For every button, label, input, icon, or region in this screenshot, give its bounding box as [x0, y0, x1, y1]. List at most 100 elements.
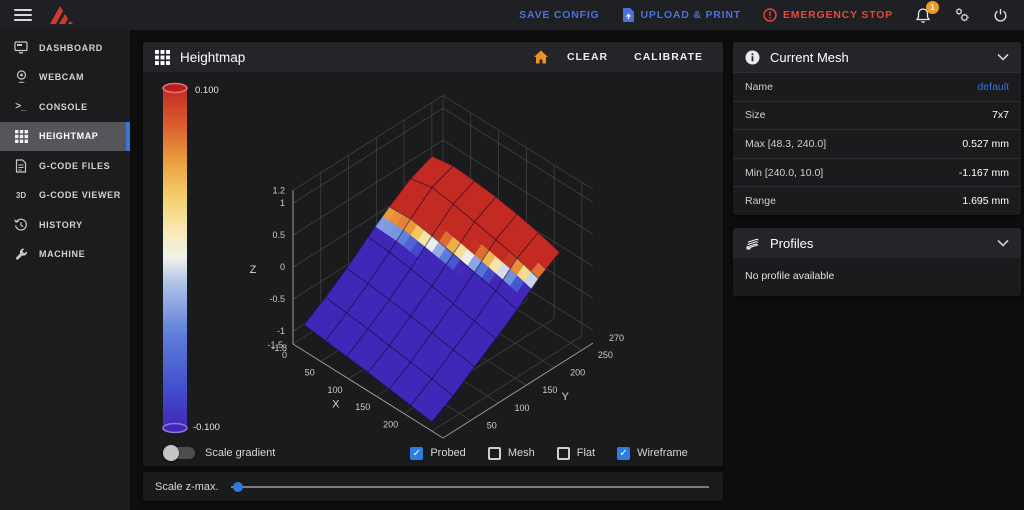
grid-icon [13, 129, 29, 143]
mesh-row-range: Range 1.695 mm [733, 186, 1021, 215]
brand-logo[interactable] [48, 4, 78, 26]
mesh-row-size: Size 7x7 [733, 100, 1021, 130]
notification-badge: 1 [926, 0, 939, 14]
slider-thumb[interactable] [232, 481, 243, 492]
checkbox-flat[interactable]: ✓ Flat [556, 446, 596, 460]
save-config-button[interactable]: SAVE CONFIG [519, 9, 599, 21]
color-legend: 0.100 -0.100 [162, 82, 220, 434]
scale-gradient-label: Scale gradient [205, 447, 276, 459]
checkbox-label: Wireframe [637, 447, 688, 459]
sidebar-item-machine[interactable]: MACHINE [0, 240, 130, 270]
emergency-stop-button[interactable]: EMERGENCY STOP [763, 8, 893, 22]
sidebar-item-label: HEIGHTMAP [39, 131, 99, 142]
clear-button[interactable]: CLEAR [559, 45, 616, 69]
power-icon [994, 8, 1007, 22]
current-mesh-header[interactable]: Current Mesh [733, 42, 1021, 72]
chevron-down-icon[interactable] [997, 53, 1009, 61]
logo-icon [50, 6, 73, 24]
svg-text:0: 0 [282, 350, 287, 360]
top-bar: SAVE CONFIG UPLOAD & PRINT EMERGENCY STO… [0, 0, 1024, 30]
checkbox-box: ✓ [410, 446, 424, 460]
power-button[interactable] [993, 8, 1008, 23]
mesh-row-name: Name default [733, 72, 1021, 101]
svg-text:50: 50 [487, 420, 497, 430]
home-button[interactable] [533, 50, 549, 64]
sidebar-item-label: G-CODE FILES [39, 160, 111, 171]
svg-text:Z: Z [250, 264, 257, 276]
file-icon [13, 159, 29, 173]
checkbox-probed[interactable]: ✓ Probed [410, 446, 466, 460]
upload-print-button[interactable]: UPLOAD & PRINT [622, 8, 741, 22]
panel-title: Current Mesh [770, 49, 849, 65]
emergency-stop-label: EMERGENCY STOP [782, 9, 893, 21]
info-icon [745, 50, 760, 64]
profiles-header[interactable]: Profiles [733, 228, 1021, 258]
toggle-knob [163, 445, 179, 461]
grid-icon [155, 49, 170, 65]
mesh-row-label: Size [745, 109, 766, 122]
svg-text:50: 50 [305, 367, 315, 377]
current-mesh-panel: Current Mesh Name default Size 7x7 Max [… [733, 42, 1021, 215]
svg-text:270: 270 [609, 333, 624, 343]
profiles-empty-text: No profile available [745, 270, 835, 282]
checkbox-label: Mesh [507, 447, 535, 459]
profiles-stack-icon [745, 238, 759, 249]
history-icon [13, 218, 29, 232]
panel-title: Heightmap [180, 49, 246, 65]
svg-text:0.100: 0.100 [195, 85, 219, 96]
sidebar-item-label: WEBCAM [39, 72, 85, 83]
scale-zmax-panel: Scale z-max. [143, 472, 723, 501]
toggle-track [163, 445, 195, 461]
svg-text:100: 100 [515, 403, 530, 413]
svg-text:200: 200 [570, 368, 585, 378]
svg-text:1: 1 [280, 198, 285, 208]
checkbox-box: ✓ [487, 446, 501, 460]
profiles-panel: Profiles No profile available [733, 228, 1021, 296]
svg-text:250: 250 [598, 350, 613, 360]
sidebar-item-history[interactable]: HISTORY [0, 210, 130, 240]
mesh-row-max: Max [48.3, 240.0] 0.527 mm [733, 129, 1021, 158]
svg-text:0.5: 0.5 [272, 230, 285, 240]
notifications-button[interactable]: 1 [915, 0, 939, 24]
sidebar-item-label: CONSOLE [39, 101, 88, 112]
wrench-icon [13, 248, 29, 261]
sidebar-item-gcode-viewer[interactable]: 3D G-CODE VIEWER [0, 181, 130, 211]
sidebar-item-console[interactable]: >_ CONSOLE [0, 92, 130, 122]
warning-circle-icon [763, 8, 777, 22]
svg-text:150: 150 [355, 402, 370, 412]
mesh-row-label: Min [240.0, 10.0] [745, 166, 824, 179]
checkbox-box: ✓ [617, 446, 631, 460]
sidebar-item-dashboard[interactable]: DASHBOARD [0, 33, 130, 63]
dashboard-icon [13, 41, 29, 54]
svg-text:-0.5: -0.5 [269, 294, 285, 304]
heightmap-3d-viewport[interactable]: 1.2 1 0.5 0 -0.5 -1 -1.5 -1.8 0 50 100 150 200 50 100 1… [143, 72, 723, 440]
svg-text:100: 100 [328, 385, 343, 395]
panel-title: Profiles [770, 235, 814, 251]
checkbox-label: Probed [430, 447, 466, 459]
sidebar-item-gcode-files[interactable]: G-CODE FILES [0, 151, 130, 181]
upload-file-icon [622, 8, 634, 22]
checkbox-label: Flat [576, 447, 596, 459]
sidebar-item-label: DASHBOARD [39, 42, 103, 53]
svg-text:0: 0 [280, 262, 285, 272]
menu-icon[interactable] [14, 9, 32, 21]
sidebar: DASHBOARD WEBCAM >_ CONSOLE HEIGHTMAP G-… [0, 30, 130, 510]
checkbox-wireframe[interactable]: ✓ Wireframe [617, 446, 688, 460]
sidebar-item-label: G-CODE VIEWER [39, 190, 121, 201]
sidebar-item-webcam[interactable]: WEBCAM [0, 63, 130, 93]
3d-viewer-icon: 3D [15, 190, 27, 200]
checkbox-box: ✓ [556, 446, 570, 460]
calibrate-button[interactable]: CALIBRATE [626, 45, 711, 69]
mesh-name-link[interactable]: default [977, 81, 1009, 93]
checkbox-mesh[interactable]: ✓ Mesh [487, 446, 535, 460]
svg-text:-0.100: -0.100 [193, 422, 220, 433]
svg-text:-1: -1 [277, 326, 285, 336]
slider-track [230, 485, 709, 488]
chevron-down-icon[interactable] [997, 239, 1009, 247]
mesh-row-value: 1.695 mm [962, 195, 1009, 208]
settings-button[interactable] [953, 7, 971, 23]
scale-zmax-label: Scale z-max. [155, 480, 219, 493]
scale-gradient-toggle[interactable]: Scale gradient [163, 445, 276, 461]
scale-zmax-slider[interactable] [230, 480, 711, 494]
sidebar-item-heightmap[interactable]: HEIGHTMAP [0, 121, 130, 151]
